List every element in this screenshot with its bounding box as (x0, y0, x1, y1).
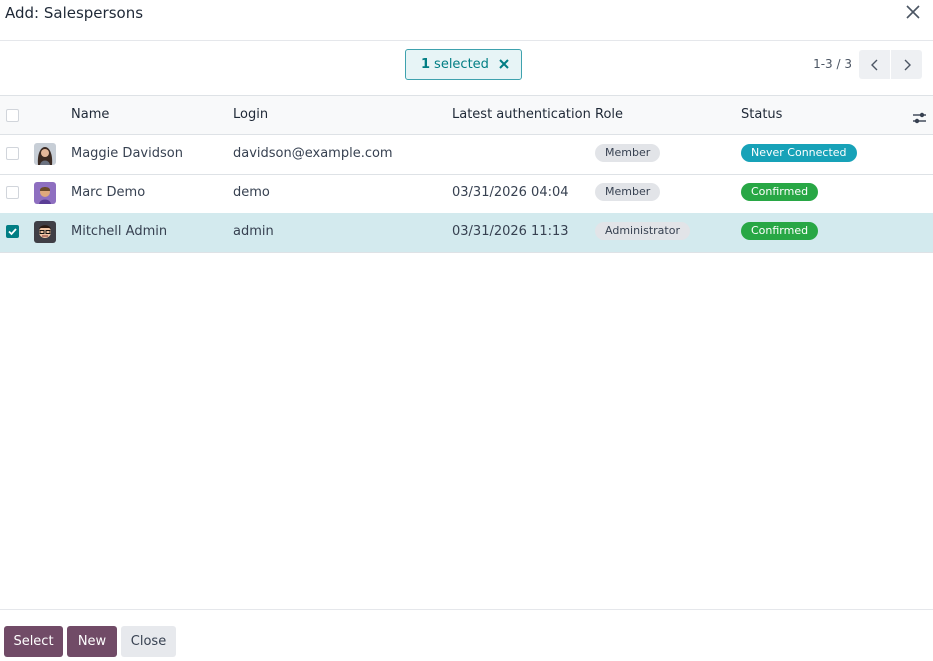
user-latest-authentication: 03/31/2026 11:13 (452, 224, 569, 239)
avatar (34, 182, 56, 204)
chevron-right-icon (904, 59, 911, 70)
role-badge: Member (595, 144, 661, 162)
dialog-header: Add: Salespersons (0, 0, 933, 41)
user-name: Marc Demo (71, 185, 146, 200)
table-row[interactable]: Mitchell Admin admin 03/31/2026 11:13 Ad… (0, 213, 933, 253)
dialog-footer: Select New Close (0, 609, 933, 661)
pager-next-button[interactable] (891, 50, 922, 79)
role-badge: Administrator (595, 222, 690, 240)
chevron-left-icon (870, 59, 877, 70)
column-header-login[interactable]: Login (233, 107, 268, 122)
new-button[interactable]: New (67, 626, 117, 657)
x-icon[interactable] (498, 58, 510, 70)
sliders-icon[interactable] (912, 112, 927, 124)
pager-previous-button[interactable] (859, 50, 890, 79)
user-login: davidson@example.com (233, 146, 393, 161)
selection-badge: 1 selected (405, 49, 522, 80)
user-name: Maggie Davidson (71, 146, 183, 161)
column-header-role[interactable]: Role (595, 107, 623, 122)
role-badge: Member (595, 183, 661, 201)
selection-count: 1 (421, 57, 431, 72)
control-bar: 1 selected 1-3 / 3 (0, 41, 933, 96)
selection-label: selected (434, 57, 489, 72)
user-avatar-icon (34, 143, 56, 165)
check-icon (8, 228, 17, 236)
user-avatar-icon (34, 182, 56, 204)
column-header-name[interactable]: Name (71, 107, 109, 122)
avatar (34, 221, 56, 243)
table-header: Name Login Latest authentication Role St… (0, 96, 933, 135)
row-checkbox[interactable] (6, 186, 19, 199)
user-latest-authentication: 03/31/2026 04:04 (452, 185, 569, 200)
row-checkbox[interactable] (6, 147, 19, 160)
user-login: demo (233, 185, 270, 200)
row-checkbox[interactable] (6, 225, 19, 238)
user-avatar-icon (34, 221, 56, 243)
status-badge: Confirmed (741, 222, 819, 240)
user-name: Mitchell Admin (71, 224, 168, 239)
close-icon[interactable] (903, 2, 923, 22)
table-row[interactable]: Marc Demo demo 03/31/2026 04:04 Member C… (0, 174, 933, 214)
close-button[interactable]: Close (121, 626, 176, 657)
table-row[interactable]: Maggie Davidson davidson@example.com Mem… (0, 135, 933, 175)
dialog-title: Add: Salespersons (5, 4, 144, 22)
pager-value[interactable]: 1-3 / 3 (813, 57, 852, 71)
column-header-status[interactable]: Status (741, 107, 782, 122)
column-header-latest-authentication[interactable]: Latest authentication (452, 107, 591, 122)
status-badge: Never Connected (741, 144, 857, 162)
select-button[interactable]: Select (4, 626, 63, 657)
user-login: admin (233, 224, 274, 239)
select-all-checkbox[interactable] (6, 109, 19, 122)
status-badge: Confirmed (741, 183, 819, 201)
avatar (34, 143, 56, 165)
